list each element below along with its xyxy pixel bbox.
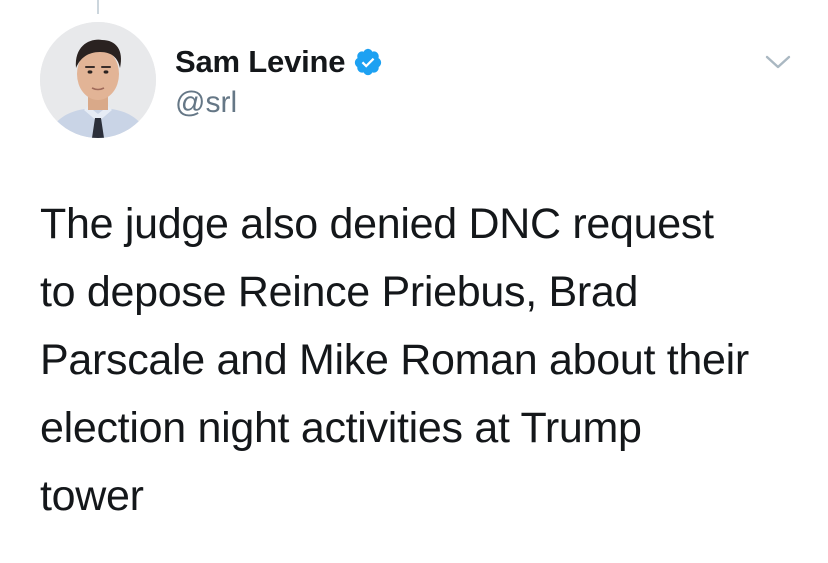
avatar[interactable] xyxy=(40,22,156,138)
avatar-photo xyxy=(40,22,156,138)
author-display-name[interactable]: Sam Levine xyxy=(175,44,346,80)
verified-check-icon xyxy=(353,47,383,77)
thread-connector-line xyxy=(97,0,99,14)
chevron-down-icon[interactable] xyxy=(764,52,792,72)
tweet-text: The judge also denied DNC request to dep… xyxy=(40,200,749,520)
author-handle[interactable]: @srl xyxy=(175,86,237,120)
author-name-row[interactable]: Sam Levine xyxy=(175,42,383,82)
